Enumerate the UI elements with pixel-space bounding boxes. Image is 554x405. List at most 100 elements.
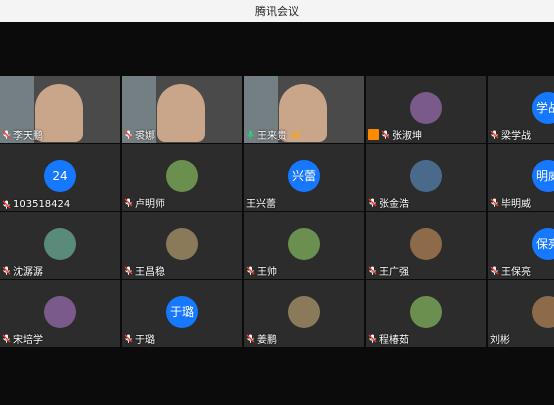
participant-name: 王来贵	[257, 131, 287, 142]
participant-name: 姜鹏	[257, 335, 277, 346]
participant-tile[interactable]: 沈潺潺	[0, 212, 120, 279]
participant-name-row: 刘彬	[490, 331, 510, 346]
participant-tile[interactable]: 保亮 王保亮	[488, 212, 554, 279]
participant-tile[interactable]: 学战 梁学战	[488, 76, 554, 143]
meeting-stage: 李天鹏 裘娜 王来贵 张淑坤 学战 梁学战 24 103518424 卢明师 兴蕾 王兴蕾 张金浩 明威…	[0, 22, 554, 405]
participant-tile[interactable]: 卢明师	[122, 144, 242, 211]
participant-name-row: 王昌稳	[124, 263, 165, 278]
avatar-photo	[44, 296, 76, 328]
mic-muted-icon	[2, 266, 11, 275]
participant-tile[interactable]: 李天鹏	[0, 76, 120, 143]
participant-tile[interactable]: 明威 毕明威	[488, 144, 554, 211]
mic-muted-icon	[490, 130, 499, 139]
window-titlebar: 腾讯会议	[0, 0, 554, 23]
participant-tile[interactable]: 于璐 于璐	[122, 280, 242, 347]
participant-name-row: 王广强	[368, 263, 409, 278]
participant-tile[interactable]: 王帅	[244, 212, 364, 279]
participant-tile[interactable]: 王昌稳	[122, 212, 242, 279]
mic-muted-icon	[2, 200, 11, 209]
mic-muted-icon	[124, 130, 133, 139]
participant-name: 于璐	[135, 335, 155, 346]
mic-muted-icon	[124, 334, 133, 343]
mic-active-icon	[246, 130, 255, 139]
participant-name: 103518424	[13, 199, 71, 210]
participant-name-row: 王帅	[246, 263, 277, 278]
participant-grid: 李天鹏 裘娜 王来贵 张淑坤 学战 梁学战 24 103518424 卢明师 兴蕾 王兴蕾 张金浩 明威…	[0, 76, 554, 373]
participant-name-row: 于璐	[124, 331, 155, 346]
participant-tile[interactable]: 24 103518424	[0, 144, 120, 211]
avatar-photo	[410, 228, 442, 260]
video-feed	[157, 84, 205, 142]
mic-muted-icon	[490, 266, 499, 275]
participant-name: 沈潺潺	[13, 267, 43, 278]
participant-name: 宋培学	[13, 335, 43, 346]
participant-name: 裘娜	[135, 131, 155, 142]
participant-tile[interactable]: 刘彬	[488, 280, 554, 347]
participant-name-row: 卢明师	[124, 195, 165, 210]
participant-tile[interactable]: 王来贵	[244, 76, 364, 143]
participant-name: 卢明师	[135, 199, 165, 210]
participant-tile[interactable]: 王广强	[366, 212, 486, 279]
mic-muted-icon	[381, 130, 390, 139]
signal-strength-icon	[291, 129, 300, 141]
avatar: 学战	[532, 92, 554, 124]
participant-name-row: 程椿茹	[368, 331, 409, 346]
participant-tile[interactable]: 程椿茹	[366, 280, 486, 347]
avatar: 兴蕾	[288, 160, 320, 192]
avatar-photo	[410, 296, 442, 328]
participant-name-row: 梁学战	[490, 127, 531, 142]
mic-muted-icon	[2, 130, 11, 139]
mic-muted-icon	[124, 266, 133, 275]
participant-tile[interactable]: 张淑坤	[366, 76, 486, 143]
participant-name-row: 王兴蕾	[246, 195, 276, 210]
avatar-photo	[410, 92, 442, 124]
avatar-photo	[166, 228, 198, 260]
mic-muted-icon	[368, 334, 377, 343]
participant-tile[interactable]: 姜鹏	[244, 280, 364, 347]
avatar-photo	[44, 228, 76, 260]
participant-name: 刘彬	[490, 335, 510, 346]
participant-name-row: 张金浩	[368, 195, 409, 210]
avatar: 明威	[532, 160, 554, 192]
participant-tile[interactable]: 宋培学	[0, 280, 120, 347]
participant-name-row: 姜鹏	[246, 331, 277, 346]
avatar-photo	[166, 160, 198, 192]
avatar: 于璐	[166, 296, 198, 328]
participant-name: 张金浩	[379, 199, 409, 210]
host-badge-icon	[368, 129, 379, 140]
mic-muted-icon	[2, 334, 11, 343]
mic-muted-icon	[246, 266, 255, 275]
participant-name-row: 宋培学	[2, 331, 43, 346]
participant-name: 梁学战	[501, 131, 531, 142]
mic-muted-icon	[368, 198, 377, 207]
participant-tile[interactable]: 裘娜	[122, 76, 242, 143]
mic-muted-icon	[124, 198, 133, 207]
participant-tile[interactable]: 张金浩	[366, 144, 486, 211]
avatar-photo	[288, 296, 320, 328]
avatar-photo	[532, 296, 554, 328]
participant-name-row: 裘娜	[124, 127, 155, 142]
avatar-photo	[288, 228, 320, 260]
participant-name: 王保亮	[501, 267, 531, 278]
participant-name: 王广强	[379, 267, 409, 278]
participant-name: 程椿茹	[379, 335, 409, 346]
mic-muted-icon	[490, 198, 499, 207]
participant-name-row: 张淑坤	[368, 127, 422, 142]
participant-name-row: 王来贵	[246, 127, 300, 142]
mic-muted-icon	[368, 266, 377, 275]
participant-name-row: 沈潺潺	[2, 263, 43, 278]
participant-name-row: 王保亮	[490, 263, 531, 278]
participant-name: 李天鹏	[13, 131, 43, 142]
mic-muted-icon	[246, 334, 255, 343]
avatar: 24	[44, 160, 76, 192]
participant-tile[interactable]: 兴蕾王兴蕾	[244, 144, 364, 211]
participant-name: 张淑坤	[392, 131, 422, 142]
participant-name: 王昌稳	[135, 267, 165, 278]
participant-name: 毕明威	[501, 199, 531, 210]
avatar-photo	[410, 160, 442, 192]
participant-name: 王兴蕾	[246, 199, 276, 210]
participant-name-row: 李天鹏	[2, 127, 43, 142]
participant-name-row: 103518424	[2, 199, 70, 210]
participant-name-row: 毕明威	[490, 195, 531, 210]
avatar: 保亮	[532, 228, 554, 260]
